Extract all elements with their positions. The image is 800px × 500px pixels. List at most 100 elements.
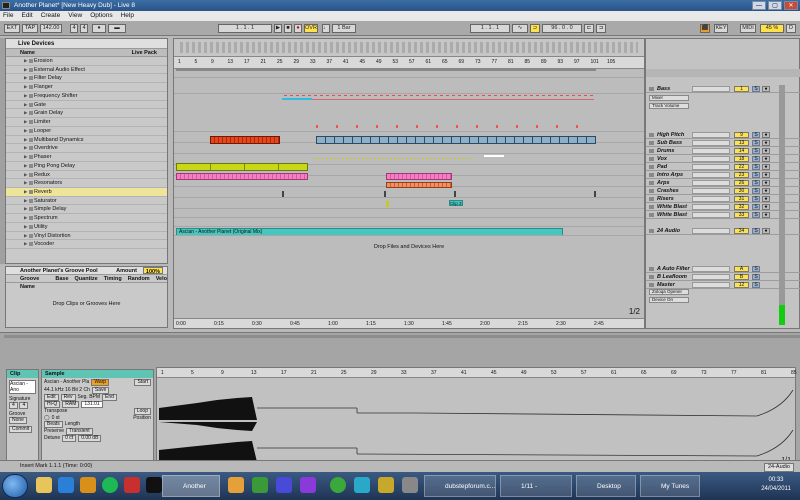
- track-fold-icon[interactable]: [649, 229, 654, 233]
- close-button[interactable]: ✕: [784, 1, 798, 10]
- browser-item[interactable]: Frequency Shifter: [6, 92, 167, 101]
- solo-button[interactable]: S: [752, 274, 760, 280]
- track-activator[interactable]: A: [734, 266, 749, 272]
- track-activator[interactable]: 32: [734, 204, 749, 210]
- browser-item[interactable]: Redux: [6, 171, 167, 180]
- waveform-display[interactable]: [157, 378, 795, 466]
- midi-map-button[interactable]: MIDI: [740, 24, 756, 33]
- track-fold-icon[interactable]: [649, 133, 654, 137]
- track-routing[interactable]: [692, 204, 730, 210]
- track-routing[interactable]: [692, 228, 730, 234]
- menu-create[interactable]: Create: [41, 11, 61, 21]
- track-lane[interactable]: [174, 217, 644, 218]
- solo-button[interactable]: S: [752, 156, 760, 162]
- browser-item[interactable]: Vinyl Distortion: [6, 232, 167, 241]
- track-header[interactable]: High Pitch 9 S ●: [646, 131, 800, 140]
- bass-param-chooser[interactable]: Track Volume: [649, 103, 689, 109]
- arps-clip[interactable]: [386, 182, 452, 188]
- track-lane[interactable]: [174, 208, 644, 209]
- track-activator[interactable]: 18: [734, 156, 749, 162]
- track-fold-icon[interactable]: [649, 157, 654, 161]
- key-map-button[interactable]: KEY: [714, 24, 728, 33]
- media-player-icon[interactable]: [58, 477, 74, 493]
- solo-button[interactable]: S: [752, 282, 760, 288]
- solo-button[interactable]: S: [752, 204, 760, 210]
- track-routing[interactable]: [692, 266, 730, 272]
- menu-edit[interactable]: Edit: [21, 11, 32, 21]
- track-routing[interactable]: [692, 140, 730, 146]
- solo-button[interactable]: S: [752, 188, 760, 194]
- arm-button[interactable]: ●: [762, 172, 770, 178]
- track-lane[interactable]: [174, 131, 644, 132]
- track-fold-icon[interactable]: [649, 181, 654, 185]
- browser-icon[interactable]: [80, 477, 96, 493]
- crash-hit-2[interactable]: [384, 191, 386, 197]
- arm-button[interactable]: ●: [762, 156, 770, 162]
- track-lane[interactable]: [174, 77, 644, 78]
- track-activator[interactable]: 26: [734, 180, 749, 186]
- arm-button[interactable]: ●: [762, 148, 770, 154]
- app7-icon[interactable]: [402, 477, 418, 493]
- detune-field[interactable]: 0 ct: [62, 435, 77, 442]
- track-header[interactable]: Bass 1 S ●: [646, 85, 800, 94]
- track-routing[interactable]: [692, 148, 730, 154]
- track-fold-icon[interactable]: [649, 213, 654, 217]
- arm-button[interactable]: ●: [762, 228, 770, 234]
- quantize-icon[interactable]: ♩: [322, 24, 330, 33]
- task-firefox[interactable]: dubstepforum.c...: [424, 475, 496, 497]
- browser-item[interactable]: Utility: [6, 223, 167, 232]
- sub-bass-clip-2[interactable]: [316, 136, 596, 144]
- browser-item[interactable]: Overdrive: [6, 144, 167, 154]
- explorer-icon[interactable]: [36, 477, 52, 493]
- browser-item[interactable]: Filter Delay: [6, 74, 167, 84]
- live-icon[interactable]: [146, 477, 162, 493]
- clip-name-field[interactable]: Ascian - Ano: [9, 380, 36, 394]
- track-fold-icon[interactable]: [649, 267, 654, 271]
- arm-button[interactable]: ●: [762, 204, 770, 210]
- solo-button[interactable]: S: [752, 148, 760, 154]
- gain-field[interactable]: 0.00 dB: [78, 435, 102, 442]
- app2-icon[interactable]: [252, 477, 268, 493]
- browser-item[interactable]: Resonators: [6, 179, 167, 189]
- browser-item[interactable]: Simple Delay: [6, 205, 167, 215]
- sample-waveform-editor[interactable]: 1 5 9 13 17 21 25 29 33 37 41 45 49 53 57 61 65 69 73 77 81 8…: [156, 367, 797, 467]
- track-routing[interactable]: [692, 188, 730, 194]
- browser-item[interactable]: Gate: [6, 101, 167, 110]
- arrangement-position-field[interactable]: 1 . 1 . 1: [218, 24, 272, 33]
- track-routing[interactable]: [692, 196, 730, 202]
- track-fold-icon[interactable]: [649, 141, 654, 145]
- track-fold-icon[interactable]: [649, 189, 654, 193]
- high-pitch-clip[interactable]: [282, 98, 312, 100]
- track-fold-icon[interactable]: [649, 205, 654, 209]
- riser-clip-2[interactable]: Clip 3: [449, 200, 463, 206]
- return-track-header[interactable]: B Leafloom B S: [646, 273, 800, 282]
- return-track-header[interactable]: A Auto Filter A S: [646, 265, 800, 274]
- track-activator[interactable]: 33: [734, 212, 749, 218]
- system-clock[interactable]: 00:33 24/04/2011: [756, 476, 796, 496]
- sample-ruler[interactable]: 1 5 9 13 17 21 25 29 33 37 41 45 49 53 57 61 65 69 73 77 81 8…: [157, 368, 797, 378]
- arm-button[interactable]: ●: [762, 140, 770, 146]
- track-activator[interactable]: 12: [734, 282, 749, 288]
- reverse-button[interactable]: Rev: [60, 394, 76, 401]
- track-routing[interactable]: [692, 172, 730, 178]
- arm-button[interactable]: ●: [762, 180, 770, 186]
- drums-clip[interactable]: [316, 125, 596, 128]
- bass-clip[interactable]: [284, 95, 594, 96]
- intro-arps-clip-1[interactable]: [176, 173, 308, 180]
- track-activator[interactable]: 1: [734, 86, 749, 92]
- loop-length-field[interactable]: 96 . 0 . 0: [542, 24, 582, 33]
- track-activator[interactable]: 14: [734, 148, 749, 154]
- track-fold-icon[interactable]: [649, 149, 654, 153]
- solo-button[interactable]: S: [752, 172, 760, 178]
- track-header[interactable]: Sub Bass 13 S ●: [646, 139, 800, 148]
- track-routing[interactable]: [692, 132, 730, 138]
- track-header[interactable]: White Blast 33 S ●: [646, 211, 800, 220]
- maximize-button[interactable]: ▢: [768, 1, 782, 10]
- track-activator[interactable]: 23: [734, 172, 749, 178]
- track-fold-icon[interactable]: [649, 283, 654, 287]
- app4-icon[interactable]: [300, 477, 316, 493]
- meter-denominator[interactable]: 4: [80, 24, 88, 33]
- browser-item[interactable]: Ping Pong Delay: [6, 162, 167, 171]
- punch-out-icon[interactable]: ⊐: [596, 24, 606, 33]
- track-header[interactable]: 24 Audio 34 S ●: [646, 227, 800, 236]
